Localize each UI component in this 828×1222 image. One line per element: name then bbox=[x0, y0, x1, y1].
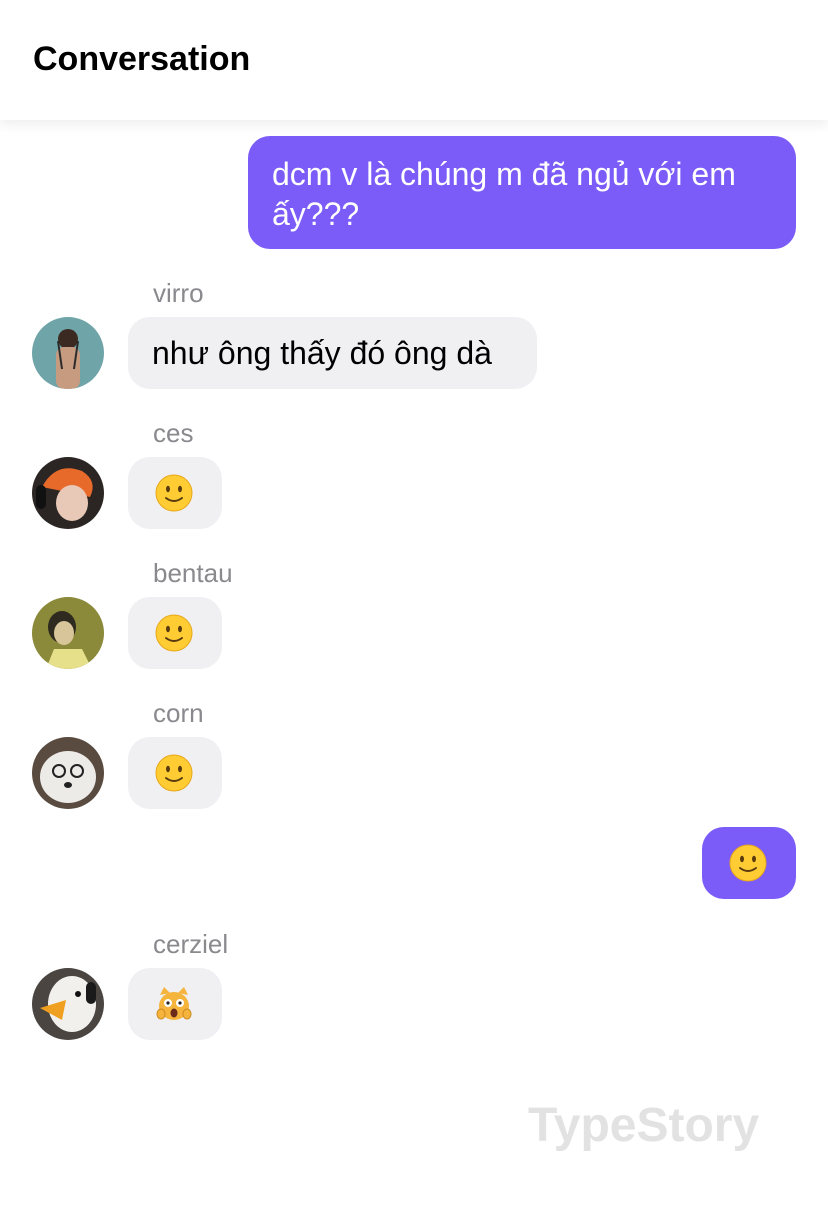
sender-name: cerziel bbox=[153, 929, 229, 959]
avatar[interactable] bbox=[32, 457, 104, 529]
typestory-watermark: TypeStory bbox=[528, 1099, 760, 1152]
message-bubble-incoming[interactable] bbox=[128, 597, 222, 669]
message-text: như ông thấy đó ông dà bbox=[152, 335, 492, 371]
avatar[interactable] bbox=[32, 317, 104, 389]
sender-name: corn bbox=[153, 698, 204, 728]
sender-name: virro bbox=[153, 278, 204, 308]
conversation-screen: Conversation dcm v là chúng m đã ngủ với… bbox=[0, 0, 828, 1222]
header-bar: Conversation bbox=[0, 0, 828, 120]
sender-name: ces bbox=[153, 418, 194, 448]
message-bubble-incoming[interactable]: như ông thấy đó ông dà bbox=[128, 317, 537, 389]
avatar[interactable] bbox=[32, 968, 104, 1040]
sender-name: bentau bbox=[153, 558, 233, 588]
slightly-smiling-face-icon bbox=[155, 614, 193, 652]
slightly-smiling-face-icon bbox=[155, 474, 193, 512]
avatar[interactable] bbox=[32, 597, 104, 669]
avatar[interactable] bbox=[32, 737, 104, 809]
message-bubble-incoming[interactable] bbox=[128, 737, 222, 809]
weary-cat-face-icon bbox=[156, 987, 192, 1020]
slightly-smiling-face-icon bbox=[729, 844, 767, 882]
slightly-smiling-face-icon bbox=[155, 754, 193, 792]
page-title: Conversation bbox=[33, 40, 251, 78]
message-bubble-incoming[interactable] bbox=[128, 457, 222, 529]
message-bubble-outgoing[interactable]: dcm v là chúng m đã ngủ với em ấy??? bbox=[248, 136, 796, 249]
message-bubble-incoming[interactable] bbox=[128, 968, 222, 1040]
message-text: dcm v là chúng m đã ngủ với em ấy??? bbox=[272, 156, 736, 232]
message-bubble-outgoing[interactable] bbox=[702, 827, 796, 899]
